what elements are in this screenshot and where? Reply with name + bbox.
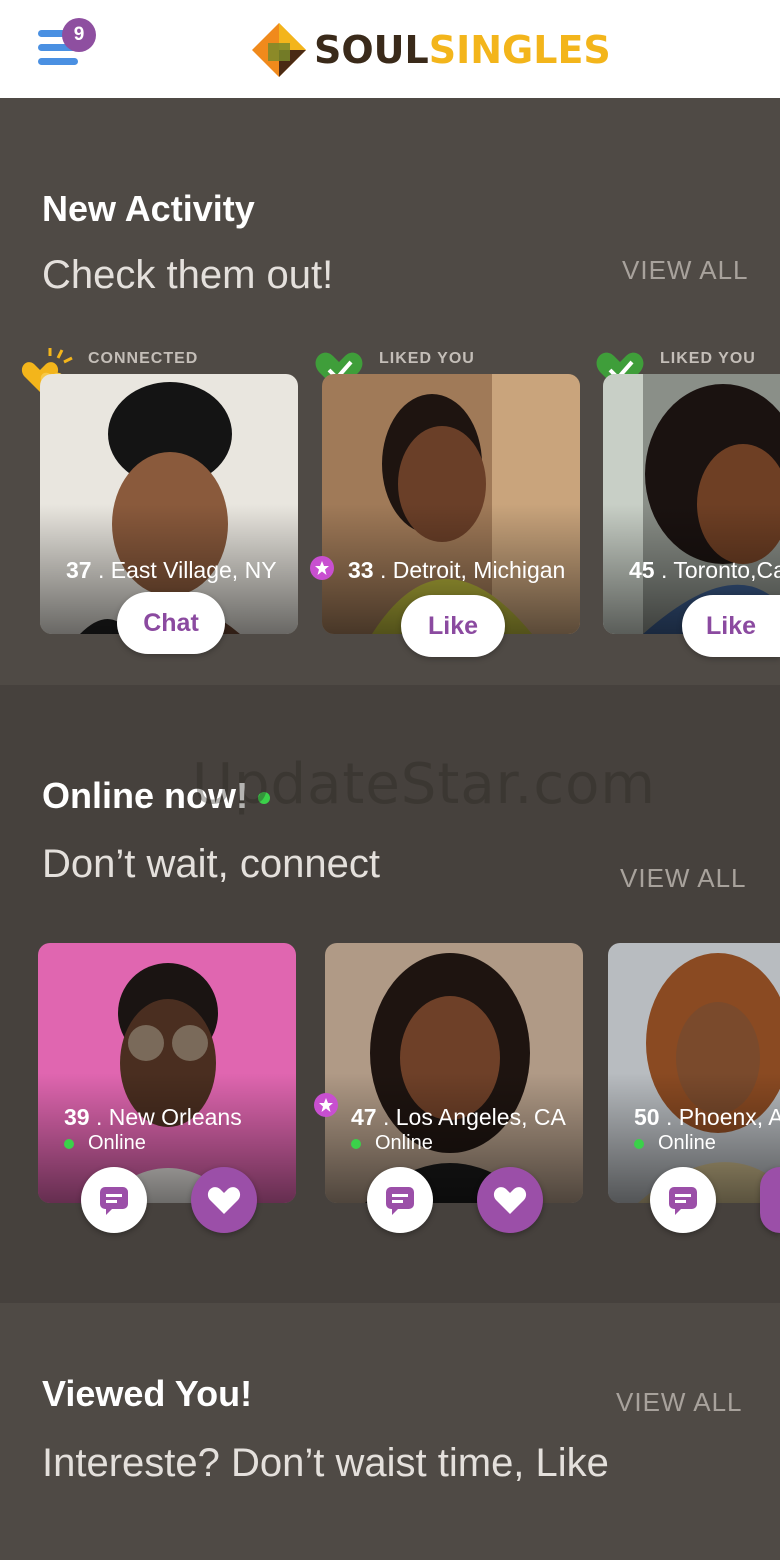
profile-card[interactable]: 47 . Los Angeles, CA Online	[325, 943, 583, 1203]
card-age-location: 39 . New Orleans	[64, 1104, 242, 1131]
card-age-location: 45 . Toronto,Ca	[629, 557, 780, 584]
chat-icon	[669, 1187, 697, 1215]
soulsingles-logo: SOULSINGLES	[250, 20, 611, 80]
message-button[interactable]	[367, 1167, 433, 1233]
heart-icon	[493, 1187, 527, 1214]
card-age: 47	[351, 1104, 377, 1130]
logo-text-soul: SOUL	[314, 28, 429, 72]
online-dot-icon	[351, 1138, 361, 1149]
card-age: 50	[634, 1104, 660, 1130]
notification-badge: 9	[62, 18, 96, 52]
card-age: 37	[66, 557, 92, 583]
online-status-text: Online	[88, 1132, 146, 1154]
star-glyph	[319, 1098, 333, 1112]
chat-icon	[386, 1187, 414, 1215]
message-button[interactable]	[650, 1167, 716, 1233]
card-tag: LIKED YOU	[660, 350, 756, 367]
online-status-text: Online	[375, 1132, 433, 1154]
logo-text: SOULSINGLES	[314, 28, 611, 72]
like-heart-button[interactable]	[477, 1167, 543, 1233]
card-location: . Phoenx, A	[659, 1104, 780, 1130]
like-button[interactable]: Like	[682, 595, 780, 657]
online-status-text: Online	[658, 1132, 716, 1154]
watermark: UpdateStar.com	[192, 752, 656, 817]
message-button[interactable]	[81, 1167, 147, 1233]
like-heart-button[interactable]	[760, 1167, 780, 1233]
like-button[interactable]: Like	[401, 595, 505, 657]
card-location: . East Village, NY	[91, 557, 277, 583]
profile-card[interactable]: 50 . Phoenx, A Online	[608, 943, 780, 1203]
new-activity-section: New Activity Check them out! VIEW ALL CO…	[0, 98, 780, 685]
card-location: . Toronto,Ca	[654, 557, 780, 583]
card-age-location: 33 . Detroit, Michigan	[348, 557, 565, 584]
card-age-location: 50 . Phoenx, A	[634, 1104, 780, 1131]
menu-icon-bar	[38, 58, 78, 65]
card-age: 45	[629, 557, 655, 583]
online-status: Online	[634, 1132, 716, 1155]
card-age-location: 37 . East Village, NY	[66, 557, 277, 584]
premium-star-icon	[310, 556, 334, 580]
section-subtitle: Intereste? Don’t waist time, Like	[42, 1441, 609, 1485]
card-tag: LIKED YOU	[379, 350, 475, 367]
section-subtitle: Don’t wait, connect	[42, 842, 380, 886]
logo-icon	[252, 23, 306, 77]
card-location: . Detroit, Michigan	[373, 557, 566, 583]
section-title: New Activity	[42, 188, 255, 229]
section-title: Viewed You!	[42, 1373, 253, 1414]
viewed-you-section: Viewed You! VIEW ALL Intereste? Don’t wa…	[0, 1303, 780, 1560]
section-subtitle: Check them out!	[42, 253, 334, 297]
profile-card[interactable]: 39 . New Orleans Online	[38, 943, 296, 1203]
card-location: . Los Angeles, CA	[376, 1104, 566, 1130]
card-tag: CONNECTED	[88, 350, 199, 367]
like-heart-button[interactable]	[191, 1167, 257, 1233]
app-header: 9 SOULSINGLES	[0, 0, 780, 99]
card-location: . New Orleans	[89, 1104, 242, 1130]
card-age: 39	[64, 1104, 90, 1130]
card-age-location: 47 . Los Angeles, CA	[351, 1104, 566, 1131]
star-glyph	[315, 561, 329, 575]
online-status: Online	[351, 1132, 433, 1155]
view-all-link[interactable]: VIEW ALL	[620, 863, 747, 894]
online-status: Online	[64, 1132, 146, 1155]
view-all-link[interactable]: VIEW ALL	[616, 1387, 743, 1418]
online-dot-icon	[64, 1138, 74, 1149]
chat-button[interactable]: Chat	[117, 592, 225, 654]
chat-icon	[100, 1187, 128, 1215]
view-all-link[interactable]: VIEW ALL	[622, 255, 749, 286]
premium-star-icon	[314, 1093, 338, 1117]
logo-text-singles: SINGLES	[428, 28, 611, 72]
card-age: 33	[348, 557, 374, 583]
online-dot-icon	[634, 1138, 644, 1149]
heart-icon	[207, 1187, 241, 1214]
